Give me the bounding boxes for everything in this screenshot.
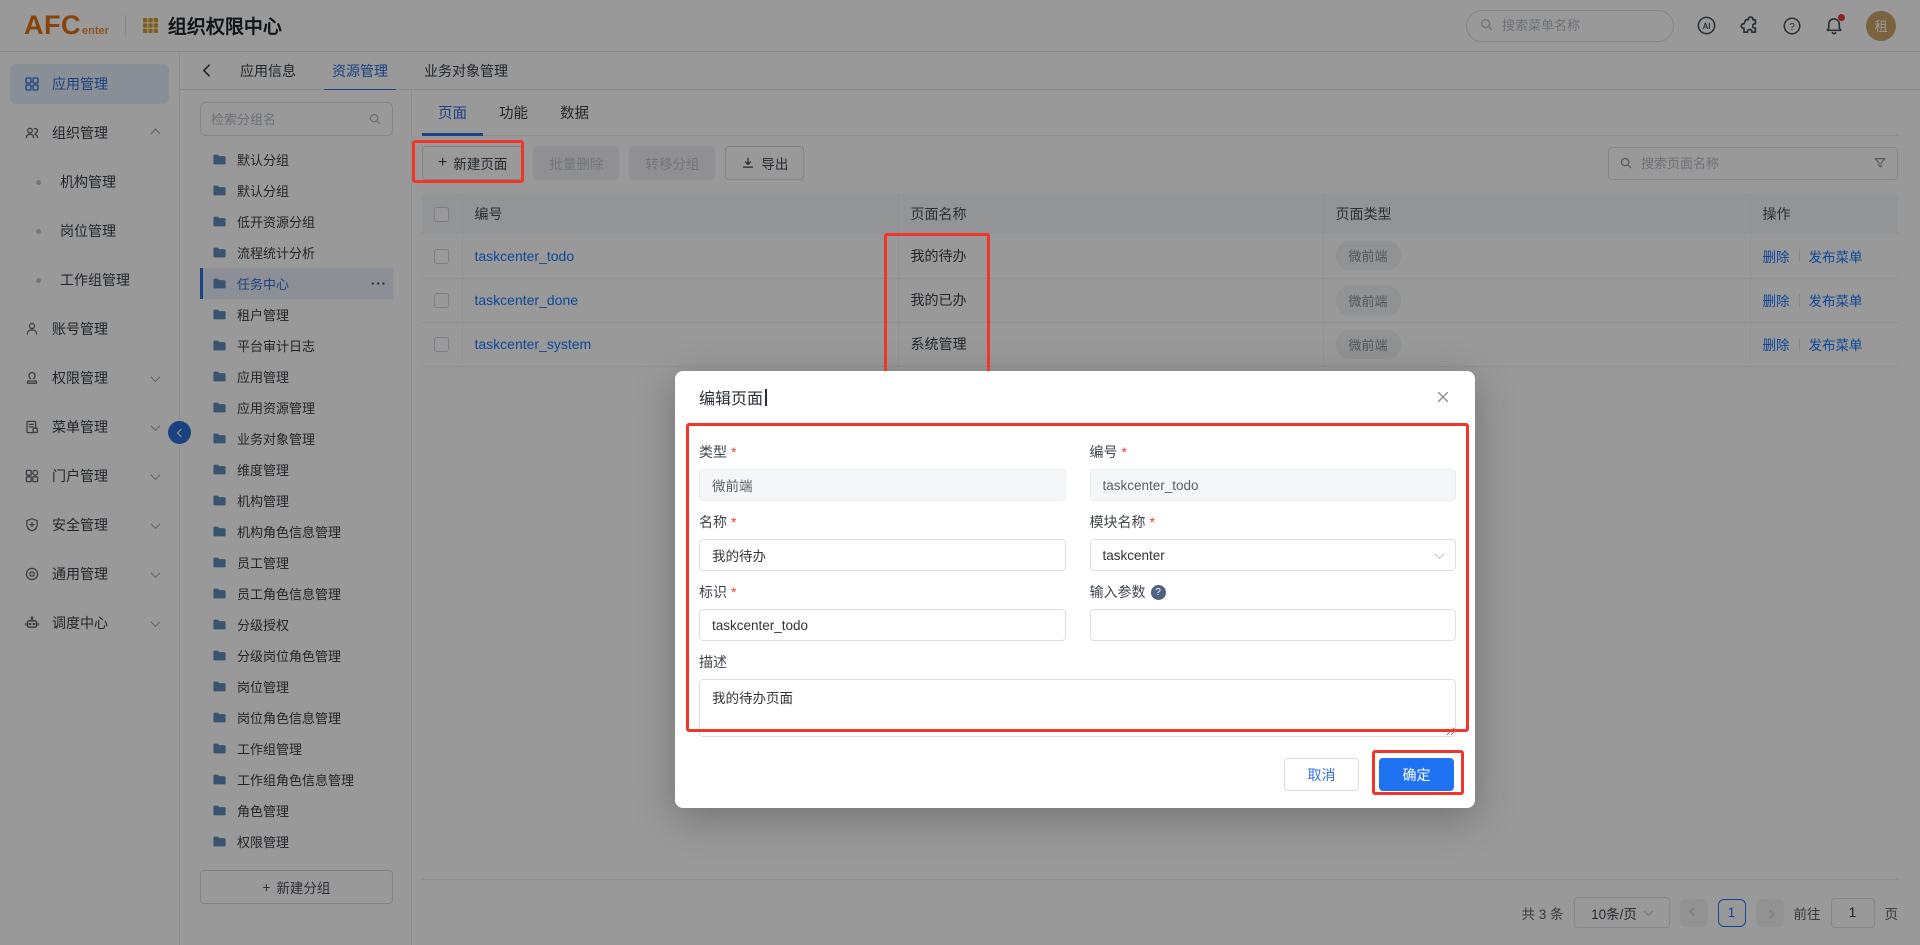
chevron-down-icon bbox=[1434, 548, 1445, 559]
text-caret bbox=[765, 388, 767, 406]
field-params-label-text: 输入参数 bbox=[1089, 584, 1146, 600]
close-icon[interactable] bbox=[1435, 389, 1451, 405]
field-module: 模块名称 taskcenter bbox=[1089, 512, 1457, 571]
field-description-label: 描述 bbox=[699, 654, 727, 670]
field-type: 类型 bbox=[699, 442, 1066, 501]
field-name-label: 名称 bbox=[699, 512, 1066, 532]
field-identifier-label: 标识 bbox=[699, 582, 1066, 602]
cancel-button[interactable]: 取消 bbox=[1284, 758, 1359, 791]
question-help-icon[interactable]: ? bbox=[1150, 584, 1166, 600]
field-code-label: 编号 bbox=[1090, 442, 1457, 462]
field-type-input[interactable] bbox=[699, 469, 1066, 501]
module-name-value: taskcenter bbox=[1102, 547, 1165, 563]
field-identifier-input[interactable] bbox=[699, 609, 1066, 641]
field-type-label: 类型 bbox=[699, 442, 1066, 462]
field-code-input[interactable] bbox=[1089, 469, 1456, 501]
field-params-label: 输入参数 ? bbox=[1090, 582, 1457, 602]
field-description: 描述 我的待办页面 bbox=[699, 652, 1456, 737]
field-code: 编号 bbox=[1089, 442, 1457, 501]
field-params-input[interactable] bbox=[1089, 609, 1456, 641]
field-name: 名称 bbox=[699, 512, 1066, 571]
modal-form: 类型 编号 名称 模块名称 taskcenter 标识 bbox=[688, 424, 1467, 737]
field-description-textarea[interactable]: 我的待办页面 bbox=[699, 679, 1456, 737]
field-module-label: 模块名称 bbox=[1090, 512, 1457, 532]
field-params: 输入参数 ? bbox=[1089, 582, 1457, 641]
modal-footer: 取消 确定 bbox=[1284, 758, 1454, 791]
field-name-input[interactable] bbox=[699, 539, 1066, 571]
field-identifier: 标识 bbox=[699, 582, 1066, 641]
modal-header: 编辑页面 bbox=[675, 371, 1475, 423]
modal-title: 编辑页面 bbox=[699, 391, 764, 408]
edit-page-modal: 编辑页面 类型 编号 名称 模块名称 taskcenter bbox=[675, 371, 1475, 808]
confirm-button[interactable]: 确定 bbox=[1379, 758, 1454, 791]
module-name-select[interactable]: taskcenter bbox=[1089, 539, 1456, 571]
